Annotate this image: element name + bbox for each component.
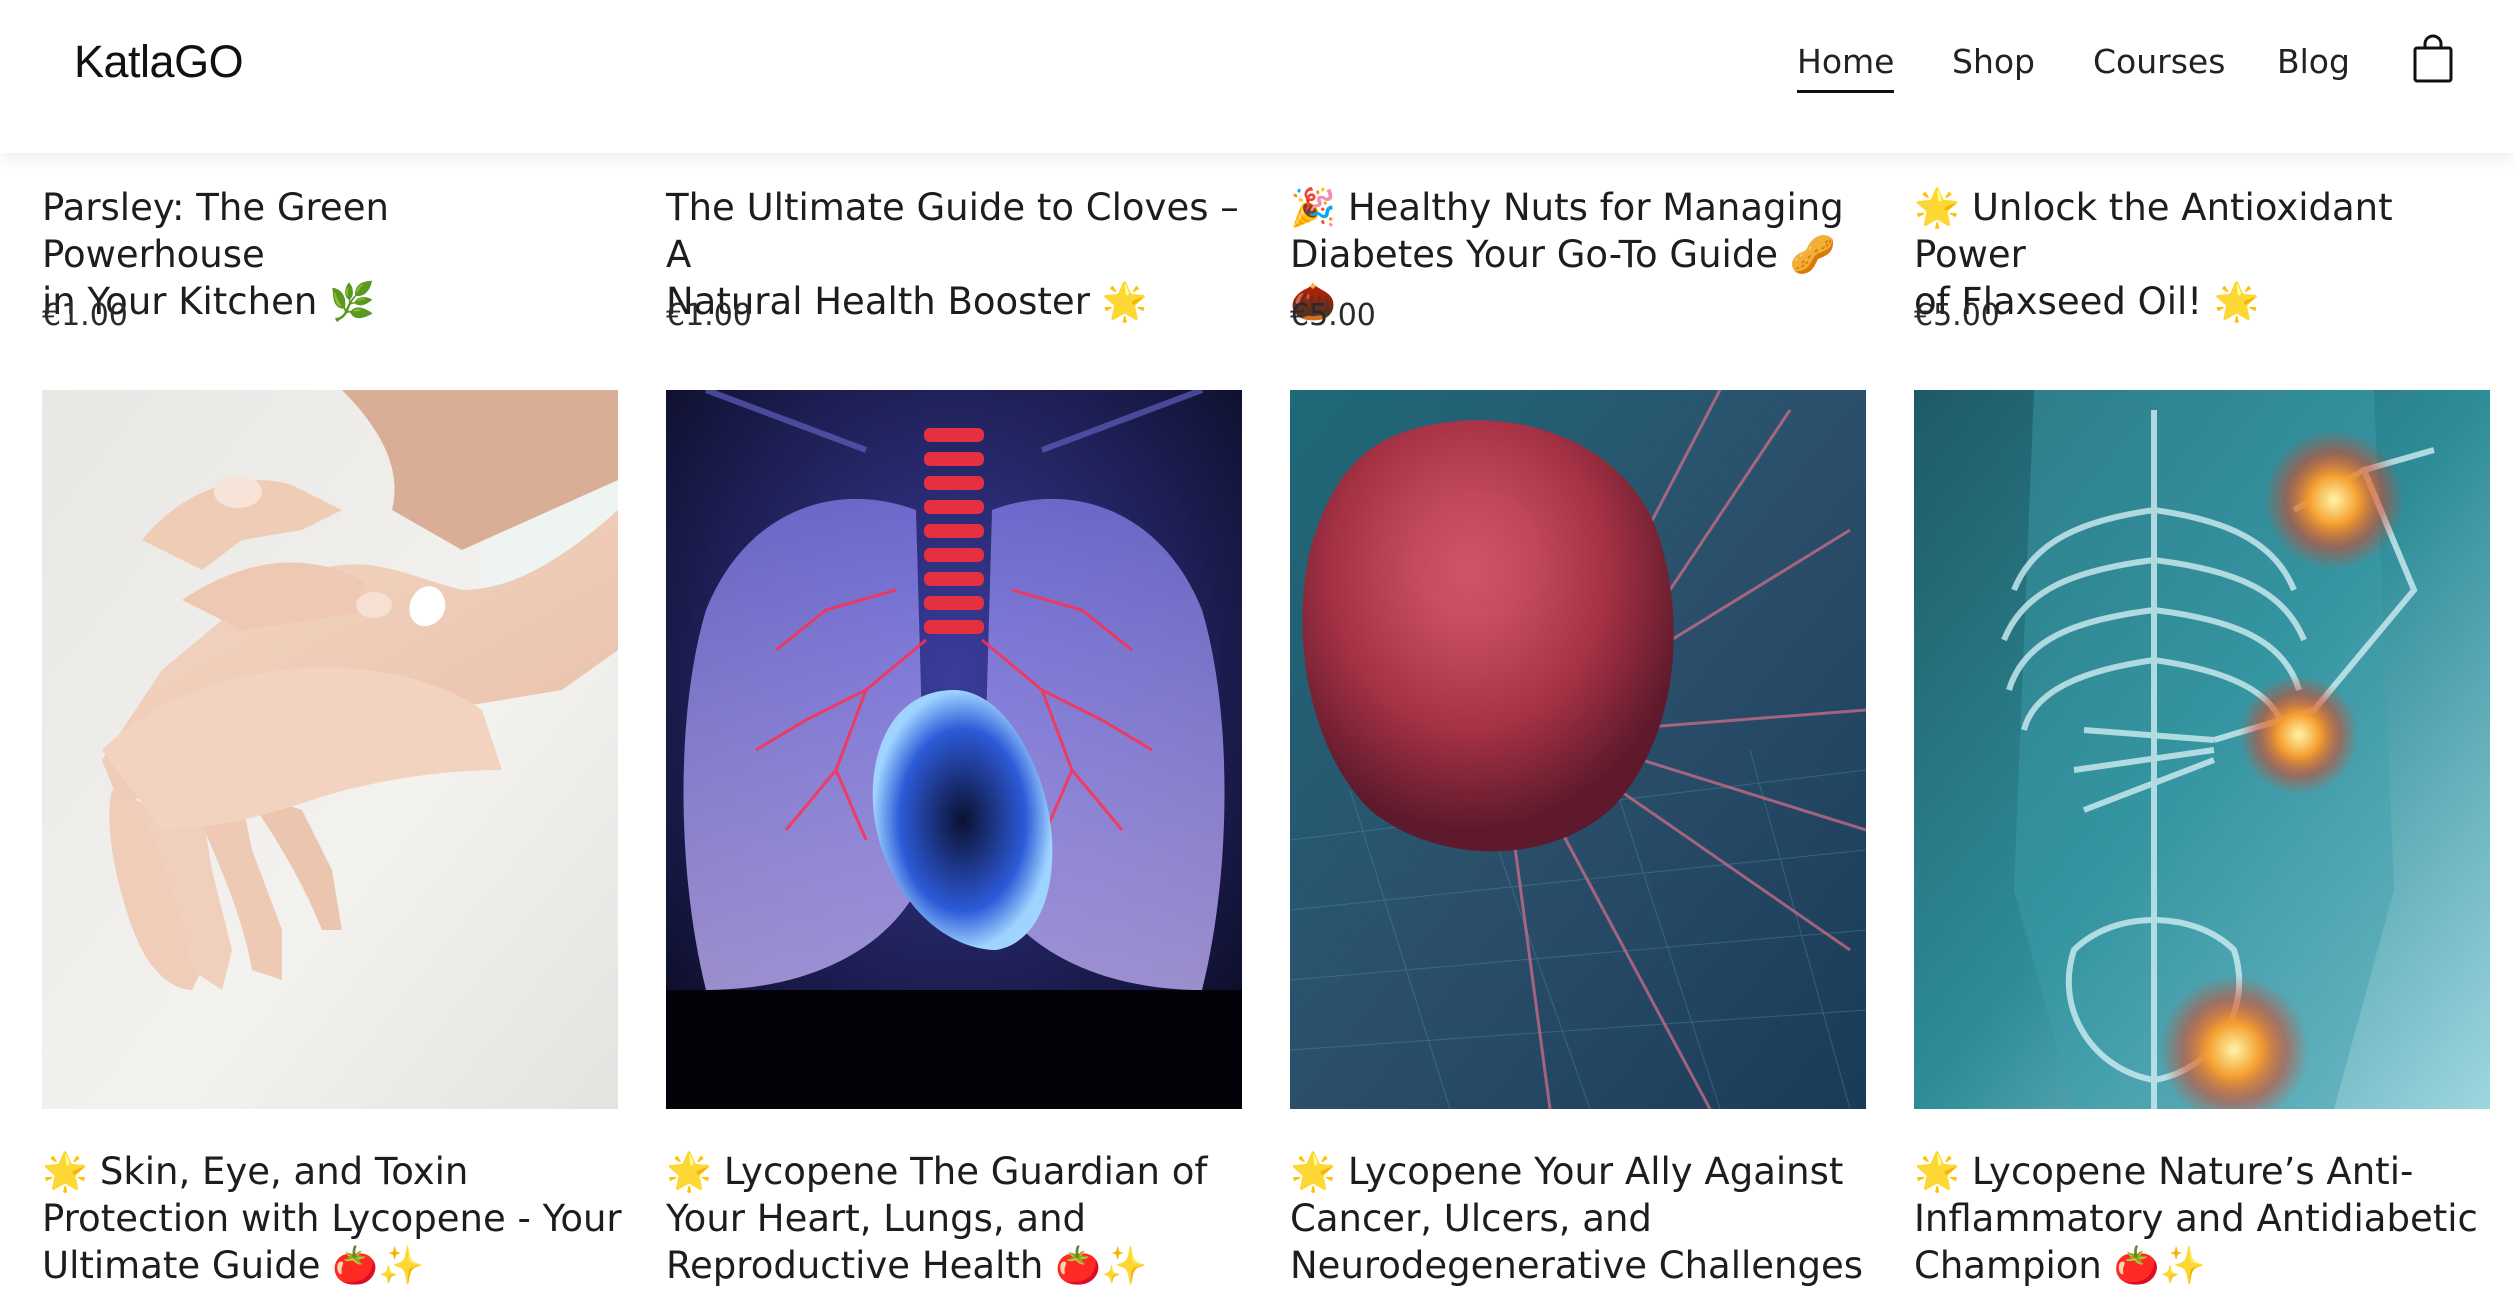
site-logo[interactable]: KatlaGO	[74, 36, 244, 88]
hand-applying-cream-image[interactable]	[42, 390, 618, 1109]
product-title[interactable]: The Ultimate Guide to Cloves – A Natural…	[666, 184, 1246, 325]
product-title-line: Your Heart, Lungs, and	[666, 1197, 1087, 1240]
product-title-line: Diabetes Your Go-To Guide 🥜🌰	[1290, 233, 1836, 323]
skeleton-joint-inflammation-image[interactable]	[1914, 390, 2490, 1109]
cancer-cell-microscope-image[interactable]	[1290, 390, 1866, 1109]
product-title-line: Cancer, Ulcers, and	[1290, 1197, 1652, 1240]
product-title-line: Inflammatory and Antidiabetic	[1914, 1197, 2478, 1240]
product-title[interactable]: 🌟 Skin, Eye, and Toxin Protection with L…	[42, 1148, 622, 1289]
product-title[interactable]: 🌟 Lycopene The Guardian of Your Heart, L…	[666, 1148, 1246, 1289]
nav-blog[interactable]: Blog	[2277, 42, 2350, 81]
product-title-line: Champion 🍅✨	[1914, 1244, 2206, 1287]
product-price: €1.00	[666, 298, 752, 333]
product-title[interactable]: 🌟 Unlock the Antioxidant Power of Flaxse…	[1914, 184, 2494, 325]
product-title-line: Parsley: The Green Powerhouse	[42, 186, 389, 276]
product-price: €5.00	[1914, 298, 2000, 333]
product-price: €1.00	[42, 298, 128, 333]
shopping-bag-icon[interactable]	[2412, 34, 2454, 84]
product-title-line: 🎉 Healthy Nuts for Managing	[1290, 186, 1844, 229]
site-header: KatlaGO Home Shop Courses Blog	[0, 0, 2514, 153]
product-title-line: Ultimate Guide 🍅✨	[42, 1244, 425, 1287]
product-title[interactable]: 🎉 Healthy Nuts for Managing Diabetes You…	[1290, 184, 1870, 325]
product-title-line: 🌟 Lycopene The Guardian of	[666, 1150, 1208, 1193]
product-title-line: Natural Health Booster 🌟	[666, 280, 1148, 323]
product-title-line: 🌟 Lycopene Nature’s Anti-	[1914, 1150, 2414, 1193]
nav-shop[interactable]: Shop	[1952, 42, 2035, 81]
product-title-line: The Ultimate Guide to Cloves – A	[666, 186, 1239, 276]
product-title[interactable]: 🌟 Lycopene Nature’s Anti- Inflammatory a…	[1914, 1148, 2494, 1289]
nav-courses[interactable]: Courses	[2093, 42, 2225, 81]
lungs-and-heart-xray-image[interactable]	[666, 390, 1242, 1109]
product-title-line: 🌟 Unlock the Antioxidant Power	[1914, 186, 2393, 276]
product-title-line: Neurodegenerative Challenges	[1290, 1244, 1863, 1287]
product-title-line: in Your Kitchen 🌿	[42, 280, 376, 323]
product-title-line: of Flaxseed Oil! 🌟	[1914, 280, 2260, 323]
nav-home[interactable]: Home	[1797, 42, 1895, 93]
product-title[interactable]: Parsley: The Green Powerhouse in Your Ki…	[42, 184, 622, 325]
product-title[interactable]: 🌟 Lycopene Your Ally Against Cancer, Ulc…	[1290, 1148, 1870, 1289]
product-price: €5.00	[1290, 298, 1376, 333]
product-title-line: 🌟 Lycopene Your Ally Against	[1290, 1150, 1844, 1193]
product-title-line: Reproductive Health 🍅✨	[666, 1244, 1148, 1287]
product-title-line: 🌟 Skin, Eye, and Toxin	[42, 1150, 469, 1193]
product-title-line: Protection with Lycopene - Your	[42, 1197, 622, 1240]
